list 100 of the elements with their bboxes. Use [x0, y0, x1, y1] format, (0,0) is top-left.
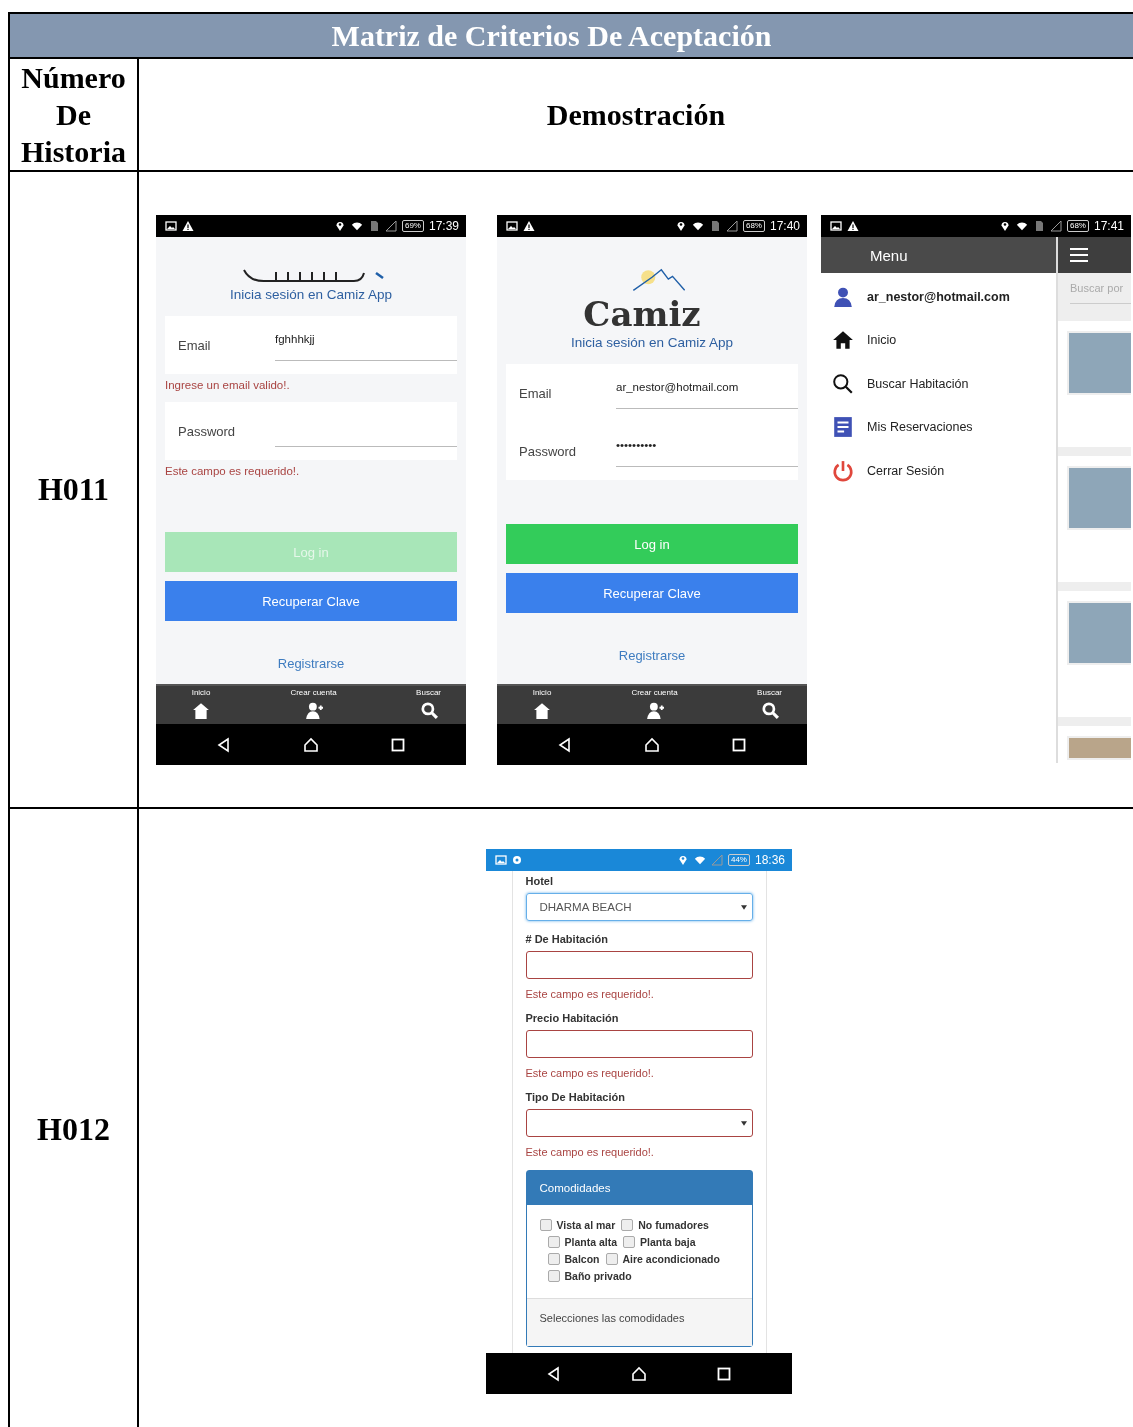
image-icon [830, 220, 842, 232]
input-field[interactable]: fghhhkjj [275, 333, 457, 361]
photo-placeholder [1067, 736, 1131, 760]
warning-icon [523, 220, 535, 232]
signal-icon [725, 220, 738, 232]
login-heading: Inicia sesión en Camiz App [569, 335, 735, 350]
location-icon [674, 220, 687, 232]
login-heading: Inicia sesión en Camiz App [228, 287, 394, 302]
location-icon [998, 220, 1011, 232]
user-icon [832, 285, 854, 308]
checkbox-option[interactable]: Aire acondicionado [605, 1253, 720, 1265]
bottom-tab[interactable]: Inicio [532, 686, 552, 724]
register-link[interactable]: Registrarse [277, 656, 345, 671]
wifi-icon [691, 220, 704, 232]
field-label: Precio Habitación [525, 1012, 620, 1024]
battery-indicator: 68% [742, 220, 765, 232]
photo-placeholder [1067, 466, 1131, 530]
column-header: Número De Historia [20, 60, 127, 170]
dropdown-caret-icon [740, 1120, 747, 1126]
back-icon[interactable] [546, 1365, 562, 1382]
dropdown-field[interactable] [525, 1109, 753, 1137]
back-icon[interactable] [557, 736, 573, 753]
checkbox-option[interactable]: Vista al mar [539, 1219, 616, 1231]
clock-time: 18:36 [754, 853, 785, 867]
wifi-icon [350, 220, 363, 232]
input-field[interactable]: •••••••••• [616, 439, 798, 467]
clock-time: 17:39 [428, 219, 459, 233]
error-message: Este campo es requerido!. [525, 1067, 655, 1079]
wifi-icon [1015, 220, 1028, 232]
power-icon [832, 459, 854, 482]
register-link[interactable]: Registrarse [618, 648, 686, 663]
field-label: Email [519, 385, 553, 401]
recent-apps-icon[interactable] [716, 1365, 732, 1382]
clock-time: 17:41 [1093, 219, 1124, 233]
recent-apps-icon[interactable] [390, 736, 406, 753]
checkbox-option[interactable]: Baño privado [547, 1270, 738, 1282]
field-label: Tipo De Habitación [525, 1091, 626, 1103]
input-field[interactable] [525, 1030, 753, 1058]
table-title: Matriz de Criterios De Aceptación [10, 14, 1133, 59]
user-account-item[interactable]: ar_nestor@hotmail.com [821, 275, 1056, 319]
image-icon [165, 220, 177, 232]
bottom-tab[interactable]: Buscar [757, 686, 782, 724]
back-icon[interactable] [216, 736, 232, 753]
error-message: Ingrese un email valido!. [165, 378, 291, 393]
checkbox-option[interactable]: Planta alta [547, 1236, 618, 1248]
wifi-icon [693, 854, 706, 866]
dropdown-field[interactable]: DHARMA BEACH [525, 893, 753, 921]
error-message: Este campo es requerido!. [525, 988, 655, 1000]
field-label: Email [178, 337, 212, 353]
battery-indicator: 44% [727, 854, 750, 866]
battery-indicator: 69% [401, 220, 424, 232]
location-icon [676, 854, 689, 866]
add-user-icon[interactable] [303, 701, 324, 719]
bottom-tab[interactable]: Buscar [416, 686, 441, 724]
panel-footer-text: Selecciones las comodidades [539, 1312, 685, 1324]
logo-wordmark: Camiz [583, 295, 701, 333]
menu-item[interactable]: Inicio [821, 318, 1056, 362]
search-icon [832, 372, 854, 395]
bottom-tab[interactable]: Crear cuenta [290, 686, 337, 724]
home-icon[interactable] [631, 1365, 647, 1382]
recover-password-button[interactable]: Recuperar Clave [506, 573, 798, 613]
image-icon [506, 220, 518, 232]
menu-item[interactable]: Cerrar Sesión [821, 449, 1056, 493]
home-icon[interactable] [644, 736, 660, 753]
story-id: H011 [37, 471, 110, 508]
story-id: H012 [37, 1110, 110, 1148]
home-icon[interactable] [303, 736, 319, 753]
add-user-icon[interactable] [644, 701, 665, 719]
warning-icon [847, 220, 859, 232]
photo-placeholder [1067, 601, 1131, 665]
menu-item[interactable]: Mis Reservaciones [821, 405, 1056, 449]
home-icon[interactable] [532, 701, 552, 719]
input-field[interactable] [525, 951, 753, 979]
clock-time: 17:40 [769, 219, 800, 233]
menu-icon[interactable] [1070, 248, 1088, 262]
error-message: Este campo es requerido!. [165, 464, 301, 479]
recent-apps-icon[interactable] [731, 736, 747, 753]
recover-password-button[interactable]: Recuperar Clave [165, 581, 457, 621]
field-label: Password [178, 423, 237, 439]
checkbox-option[interactable]: No fumadores [621, 1219, 709, 1231]
image-icon [495, 854, 507, 866]
checkbox-option[interactable]: Planta baja [623, 1236, 696, 1248]
menu-title: Menu [870, 246, 908, 264]
photo-placeholder [1067, 331, 1131, 395]
dropdown-caret-icon [740, 904, 747, 910]
column-header: Demostración [546, 97, 726, 133]
location-icon [333, 220, 346, 232]
home-icon [832, 329, 854, 352]
signal-icon [384, 220, 397, 232]
field-label: Password [519, 443, 578, 459]
menu-item[interactable]: Buscar Habitación [821, 362, 1056, 406]
panel-title: Comodidades [539, 1182, 611, 1194]
field-label: # De Habitación [525, 933, 610, 945]
warning-icon [182, 220, 194, 232]
bottom-tab[interactable]: Crear cuenta [631, 686, 678, 724]
home-icon[interactable] [191, 701, 211, 719]
bottom-tab[interactable]: Inicio [191, 686, 211, 724]
input-field[interactable]: ar_nestor@hotmail.com [616, 381, 798, 409]
checkbox-option[interactable]: Balcon [547, 1253, 600, 1265]
document-icon [832, 416, 854, 439]
